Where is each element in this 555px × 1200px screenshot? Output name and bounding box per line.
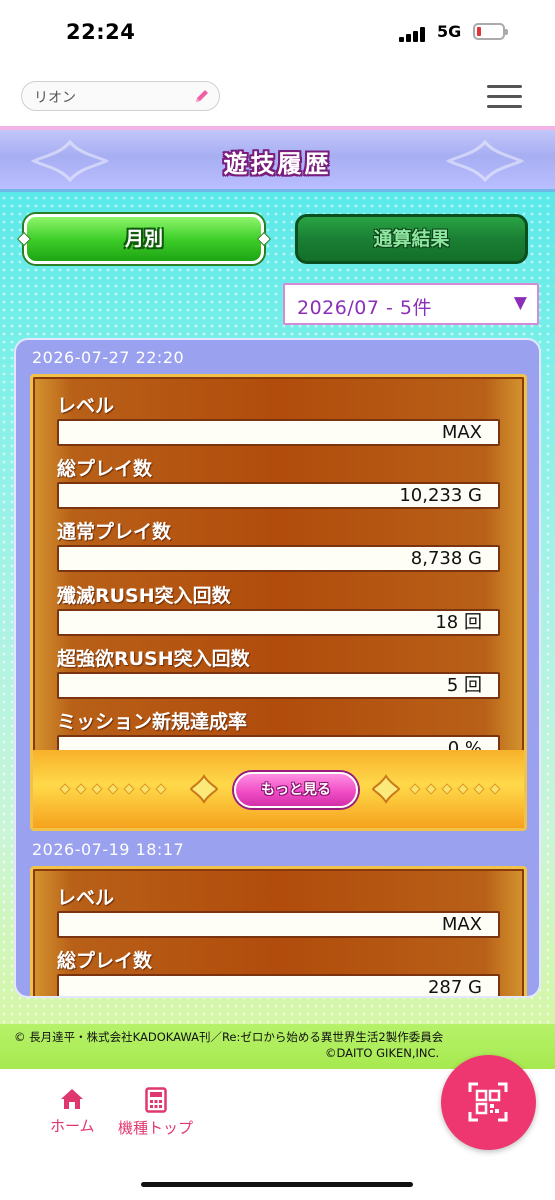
- diamond-icon: [256, 231, 272, 247]
- footer-dot-icon: [91, 783, 103, 795]
- nav-machine-top-label: 機種トップ: [118, 1119, 194, 1137]
- nav-home[interactable]: ホーム: [50, 1087, 95, 1136]
- ornament-icon: [371, 774, 401, 804]
- home-indicator: [141, 1182, 413, 1187]
- footer-dot-icon: [155, 783, 167, 795]
- menu-icon[interactable]: [487, 85, 522, 109]
- qr-code-icon: [468, 1082, 508, 1122]
- show-more-button[interactable]: もっと見る: [234, 772, 358, 808]
- battery-icon: [473, 23, 508, 40]
- app-header: リオン: [0, 68, 555, 126]
- status-time: 22:24: [66, 20, 136, 44]
- record-datetime: 2026-07-27 22:20: [32, 348, 185, 367]
- pencil-icon[interactable]: [193, 87, 211, 105]
- nav-home-label: ホーム: [50, 1117, 95, 1135]
- page-title: 遊技履歴: [223, 150, 332, 178]
- copyright-line-1: © 長月達平・株式会社KADOKAWA刊／Re:ゼロから始める異世界生活2製作委…: [14, 1030, 444, 1044]
- record-card: レベル MAX 総プレイ数 10,233 G 通常プレイ数 8,738 G 殲滅…: [30, 374, 527, 831]
- stat-label-total-plays: 総プレイ数: [57, 950, 153, 972]
- footer-dot-icon: [489, 783, 501, 795]
- stat-value-total-plays: 10,233 G: [57, 482, 500, 509]
- stat-label-mission-rate: ミッション新規達成率: [57, 711, 248, 733]
- footer-dot-icon: [107, 783, 119, 795]
- footer-dot-icon: [59, 783, 71, 795]
- stat-label-rush-count: 殲滅RUSH突入回数: [57, 585, 231, 607]
- footer-dot-icon: [441, 783, 453, 795]
- tab-monthly-label: 月別: [124, 228, 163, 250]
- stat-label-normal-plays: 通常プレイ数: [57, 521, 172, 543]
- copyright-line-2: ©DAITO GIKEN,INC.: [325, 1046, 440, 1060]
- footer-dot-icon: [409, 783, 421, 795]
- month-select-value: 2026/07 - 5件: [297, 297, 432, 319]
- stat-label-level: レベル: [57, 395, 115, 417]
- stat-value-level: MAX: [57, 911, 500, 938]
- stat-label-super-rush-count: 超強欲RUSH突入回数: [57, 648, 250, 670]
- network-type: 5G: [437, 22, 462, 41]
- nav-machine-top[interactable]: 機種トップ: [118, 1087, 193, 1138]
- calculator-icon: [144, 1087, 167, 1113]
- record-datetime: 2026-07-19 18:17: [32, 840, 185, 859]
- bottom-nav: ホーム 機種トップ: [0, 1055, 555, 1200]
- game-frame: 遊技履歴 月別 通算結果 2026/07 - 5件 ▼ 2026-07-27 2…: [0, 126, 555, 1069]
- tab-monthly[interactable]: 月別: [16, 214, 272, 264]
- footer-dot-icon: [425, 783, 437, 795]
- footer-dot-icon: [473, 783, 485, 795]
- chevron-down-icon: ▼: [513, 293, 527, 313]
- player-name-value: リオン: [34, 90, 76, 106]
- stat-value-total-plays: 287 G: [57, 974, 500, 996]
- record-list[interactable]: 2026-07-27 22:20 レベル MAX 総プレイ数 10,233 G …: [14, 338, 541, 998]
- diamond-icon: [16, 231, 32, 247]
- stat-value-rush-count: 18 回: [57, 609, 500, 636]
- stat-label-total-plays: 総プレイ数: [57, 458, 153, 480]
- player-name-field[interactable]: リオン: [21, 81, 220, 111]
- ornament-icon: [189, 774, 219, 804]
- signal-icon: [399, 26, 429, 42]
- month-select[interactable]: 2026/07 - 5件 ▼: [283, 283, 539, 325]
- tab-total-results[interactable]: 通算結果: [295, 214, 528, 264]
- footer-dot-icon: [139, 783, 151, 795]
- card-footer: もっと見る: [33, 750, 524, 828]
- stat-value-super-rush-count: 5 回: [57, 672, 500, 699]
- home-icon: [61, 1089, 84, 1109]
- stat-value-level: MAX: [57, 419, 500, 446]
- record-card: レベル MAX 総プレイ数 287 G: [30, 866, 527, 996]
- tab-total-label: 通算結果: [373, 228, 450, 250]
- stat-label-level: レベル: [57, 887, 115, 909]
- title-banner: 遊技履歴: [0, 130, 555, 192]
- status-bar: 22:24 5G: [0, 0, 555, 68]
- footer-dot-icon: [457, 783, 469, 795]
- footer-dot-icon: [75, 783, 87, 795]
- footer-dot-icon: [123, 783, 135, 795]
- stat-value-normal-plays: 8,738 G: [57, 545, 500, 572]
- qr-scan-button[interactable]: [441, 1055, 536, 1150]
